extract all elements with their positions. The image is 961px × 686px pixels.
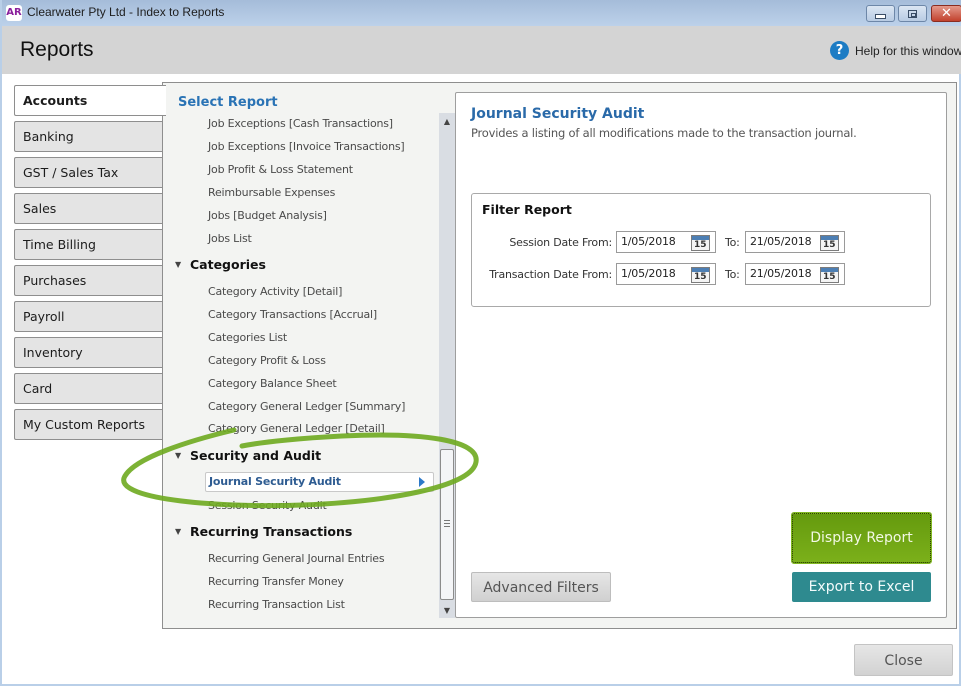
header-bar: Reports ? Help for this window [2, 26, 961, 74]
report-item[interactable]: Category Transactions [Accrual] [208, 308, 377, 321]
session-date-to-label: To: [725, 236, 740, 249]
grip-icon [444, 520, 450, 529]
tab-inventory[interactable]: Inventory [14, 337, 164, 368]
report-item[interactable]: Category Activity [Detail] [208, 285, 342, 298]
tab-payroll[interactable]: Payroll [14, 301, 164, 332]
scroll-up-arrow-icon[interactable]: ▲ [439, 115, 455, 129]
report-item[interactable]: Categories List [208, 331, 287, 344]
report-list-panel: Select Report Job Exceptions [Cash Trans… [162, 82, 455, 629]
close-window-button[interactable]: ✕ [931, 5, 961, 22]
report-item[interactable]: Recurring Transaction List [208, 598, 345, 611]
group-title: Security and Audit [190, 448, 322, 463]
maximize-button[interactable] [898, 5, 927, 22]
scroll-down-arrow-icon[interactable]: ▼ [439, 604, 455, 618]
session-date-from-value: 1/05/2018 [621, 235, 676, 248]
report-description: Provides a listing of all modifications … [471, 126, 857, 140]
select-report-heading: Select Report [178, 95, 278, 110]
reports-window: AR Clearwater Pty Ltd - Index to Reports… [0, 0, 961, 686]
report-item[interactable]: Category General Ledger [Summary] [208, 400, 405, 413]
report-item[interactable]: Recurring General Journal Entries [208, 552, 385, 565]
expand-triangle-icon: ▼ [175, 451, 182, 460]
group-recurring-transactions[interactable]: ▼ Recurring Transactions [175, 524, 352, 539]
display-report-button[interactable]: Display Report [791, 512, 932, 564]
selected-report-item[interactable]: Journal Security Audit [205, 472, 434, 492]
transaction-date-from-value: 1/05/2018 [621, 267, 676, 280]
report-item[interactable]: Category General Ledger [Detail] [208, 422, 385, 435]
close-icon: ✕ [941, 6, 952, 21]
session-date-to-field[interactable]: 21/05/2018 15 [745, 231, 845, 253]
calendar-icon[interactable]: 15 [691, 235, 710, 251]
calendar-icon[interactable]: 15 [691, 267, 710, 283]
session-date-from-label: Session Date From: [509, 236, 612, 249]
transaction-date-to-label: To: [725, 268, 740, 281]
group-security-and-audit[interactable]: ▼ Security and Audit [175, 448, 321, 463]
minimize-button[interactable] [866, 5, 895, 22]
tab-card[interactable]: Card [14, 373, 164, 404]
report-list-scrollbar[interactable]: ▲ ▼ [439, 113, 455, 618]
transaction-date-from-label: Transaction Date From: [489, 268, 612, 281]
report-item[interactable]: Category Balance Sheet [208, 377, 337, 390]
transaction-date-from-field[interactable]: 1/05/2018 15 [616, 263, 716, 285]
window-title: Clearwater Pty Ltd - Index to Reports [27, 5, 225, 19]
help-link[interactable]: ? Help for this window [830, 41, 961, 60]
tab-accounts[interactable]: Accounts [14, 85, 166, 116]
transaction-date-to-value: 21/05/2018 [750, 267, 812, 280]
advanced-filters-button[interactable]: Advanced Filters [471, 572, 611, 602]
chevron-right-icon [419, 477, 425, 487]
session-date-to-value: 21/05/2018 [750, 235, 812, 248]
tab-gst-sales-tax[interactable]: GST / Sales Tax [14, 157, 164, 188]
report-title: Journal Security Audit [471, 106, 645, 122]
report-detail-panel: Journal Security Audit Provides a listin… [455, 92, 947, 618]
minimize-icon [875, 13, 886, 19]
help-label: Help for this window [855, 43, 961, 58]
title-bar: AR Clearwater Pty Ltd - Index to Reports… [2, 0, 961, 26]
report-list: Job Exceptions [Cash Transactions] Job E… [163, 113, 439, 628]
expand-triangle-icon: ▼ [175, 527, 182, 536]
transaction-date-to-field[interactable]: 21/05/2018 15 [745, 263, 845, 285]
scroll-thumb[interactable] [440, 449, 454, 600]
expand-triangle-icon: ▼ [175, 260, 182, 269]
filter-heading: Filter Report [482, 202, 572, 217]
report-item[interactable]: Job Profit & Loss Statement [208, 163, 353, 176]
export-to-excel-button[interactable]: Export to Excel [792, 572, 931, 602]
restore-icon [908, 9, 917, 18]
tab-my-custom-reports[interactable]: My Custom Reports [14, 409, 164, 440]
question-mark-icon: ? [830, 41, 849, 60]
group-title: Recurring Transactions [190, 524, 353, 539]
calendar-icon[interactable]: 15 [820, 235, 839, 251]
calendar-icon[interactable]: 15 [820, 267, 839, 283]
session-date-from-field[interactable]: 1/05/2018 15 [616, 231, 716, 253]
tab-banking[interactable]: Banking [14, 121, 164, 152]
group-title: Categories [190, 257, 266, 272]
close-button[interactable]: Close [854, 644, 953, 676]
report-item[interactable]: Job Exceptions [Cash Transactions] [208, 117, 393, 130]
report-item[interactable]: Job Exceptions [Invoice Transactions] [208, 140, 405, 153]
filter-report-box: Filter Report Session Date From: 1/05/20… [471, 193, 931, 307]
report-item[interactable]: Category Profit & Loss [208, 354, 326, 367]
page-title: Reports [20, 38, 94, 61]
app-logo-icon: AR [6, 5, 22, 21]
report-item[interactable]: Reimbursable Expenses [208, 186, 335, 199]
tab-time-billing[interactable]: Time Billing [14, 229, 164, 260]
report-item[interactable]: Session Security Audit [208, 499, 327, 512]
report-item[interactable]: Jobs List [208, 232, 252, 245]
selected-report-label: Journal Security Audit [209, 475, 341, 488]
group-categories[interactable]: ▼ Categories [175, 257, 266, 272]
tab-purchases[interactable]: Purchases [14, 265, 164, 296]
tab-sales[interactable]: Sales [14, 193, 164, 224]
report-item[interactable]: Recurring Transfer Money [208, 575, 344, 588]
report-item[interactable]: Jobs [Budget Analysis] [208, 209, 327, 222]
